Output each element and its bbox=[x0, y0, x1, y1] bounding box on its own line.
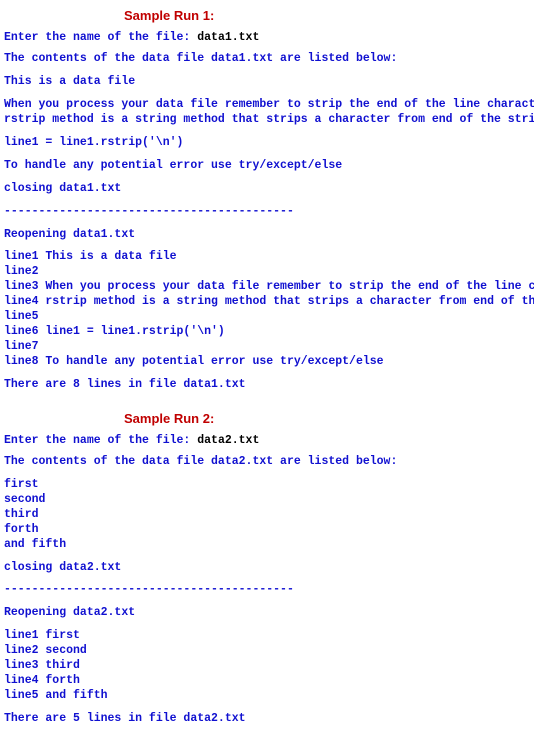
heading-sample-run-1: Sample Run 1: bbox=[124, 8, 530, 23]
count-1: There are 8 lines in file data1.txt bbox=[4, 378, 530, 393]
line-3: line3 When you process your data file re… bbox=[4, 280, 530, 295]
r2-line-2: line2 second bbox=[4, 644, 530, 659]
closing-2: closing data2.txt bbox=[4, 561, 530, 576]
heading-sample-run-2: Sample Run 2: bbox=[124, 411, 530, 426]
line-4: line4 rstrip method is a string method t… bbox=[4, 295, 530, 310]
c3: third bbox=[4, 508, 530, 523]
prompt-text: Enter the name of the file: bbox=[4, 31, 197, 44]
line-6: line6 line1 = line1.rstrip('\n') bbox=[4, 325, 530, 340]
separator-2: ----------------------------------------… bbox=[4, 583, 530, 598]
c2: second bbox=[4, 493, 530, 508]
r2-line-5: line5 and fifth bbox=[4, 689, 530, 704]
prompt-line-2: Enter the name of the file: data2.txt bbox=[4, 434, 530, 447]
para-1: This is a data file bbox=[4, 75, 530, 90]
count-2: There are 5 lines in file data2.txt bbox=[4, 712, 530, 727]
prompt-line-1: Enter the name of the file: data1.txt bbox=[4, 31, 530, 44]
r2-line-1: line1 first bbox=[4, 629, 530, 644]
code-line-1: line1 = line1.rstrip('\n') bbox=[4, 136, 530, 151]
separator-1: ----------------------------------------… bbox=[4, 205, 530, 220]
line-5: line5 bbox=[4, 310, 530, 325]
contents-header-2: The contents of the data file data2.txt … bbox=[4, 455, 530, 470]
para-3: To handle any potential error use try/ex… bbox=[4, 159, 530, 174]
r2-line-3: line3 third bbox=[4, 659, 530, 674]
line-1: line1 This is a data file bbox=[4, 250, 530, 265]
para-2b: rstrip method is a string method that st… bbox=[4, 113, 530, 128]
user-input-2: data2.txt bbox=[197, 434, 259, 447]
c5: and fifth bbox=[4, 538, 530, 553]
c4: forth bbox=[4, 523, 530, 538]
contents-header-1: The contents of the data file data1.txt … bbox=[4, 52, 530, 67]
prompt-text-2: Enter the name of the file: bbox=[4, 434, 197, 447]
para-2a: When you process your data file remember… bbox=[4, 98, 530, 113]
line-8: line8 To handle any potential error use … bbox=[4, 355, 530, 370]
reopening-2: Reopening data2.txt bbox=[4, 606, 530, 621]
closing-1: closing data1.txt bbox=[4, 182, 530, 197]
line-2: line2 bbox=[4, 265, 530, 280]
c1: first bbox=[4, 478, 530, 493]
user-input-1: data1.txt bbox=[197, 31, 259, 44]
line-7: line7 bbox=[4, 340, 530, 355]
reopening-1: Reopening data1.txt bbox=[4, 228, 530, 243]
r2-line-4: line4 forth bbox=[4, 674, 530, 689]
